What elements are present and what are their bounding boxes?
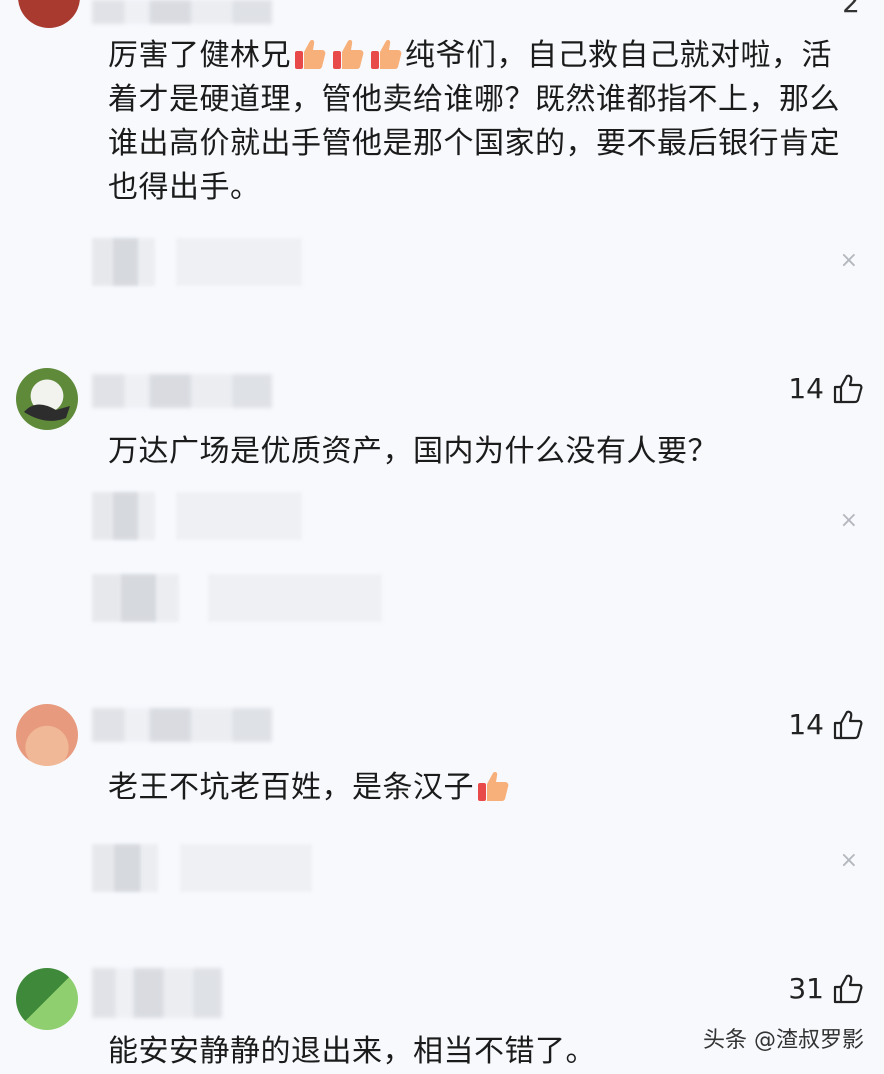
thumbs-up-icon (333, 40, 364, 69)
avatar[interactable] (18, 0, 80, 28)
comment-text: 老王不坑老百姓，是条汉子 (108, 766, 854, 810)
avatar[interactable] (16, 704, 78, 766)
close-icon[interactable]: × (840, 248, 858, 273)
watermark: 头条 @渣叔罗影 (703, 1028, 864, 1053)
like-button[interactable]: 31 (788, 972, 864, 1005)
thumbs-up-icon (833, 374, 863, 403)
like-button[interactable]: 14 (788, 708, 864, 741)
username-blurred[interactable] (92, 374, 272, 408)
close-icon[interactable]: × (840, 848, 858, 873)
thumbs-up-icon (833, 974, 863, 1003)
avatar[interactable] (16, 368, 78, 430)
like-count: 2 (842, 0, 860, 19)
avatar-image (24, 404, 70, 421)
reply-preview-blurred[interactable] (92, 574, 382, 622)
username-blurred[interactable] (92, 708, 272, 742)
thumbs-up-icon (295, 40, 326, 69)
thumbs-up-icon (478, 772, 509, 801)
like-button[interactable]: 14 (788, 372, 864, 405)
thumbs-up-icon (833, 710, 863, 739)
reply-preview-blurred[interactable] (92, 844, 312, 892)
like-count: 31 (788, 972, 824, 1005)
comment-text: 万达广场是优质资产，国内为什么没有人要？ (108, 434, 718, 469)
comment-text: 厉害了健林兄 纯爷们，自己救自己就对啦，活着才是硬道理，管他卖给谁哪？既然谁都指不… (108, 38, 840, 205)
thumbs-up-icon (371, 40, 402, 69)
like-count: 14 (788, 372, 824, 405)
reply-preview-blurred[interactable] (92, 492, 302, 540)
like-count: 14 (788, 708, 824, 741)
username-blurred[interactable] (92, 0, 272, 24)
close-icon[interactable]: × (840, 508, 858, 533)
reply-preview-blurred[interactable] (92, 238, 302, 286)
username-blurred[interactable] (92, 968, 222, 1018)
avatar[interactable] (16, 968, 78, 1030)
